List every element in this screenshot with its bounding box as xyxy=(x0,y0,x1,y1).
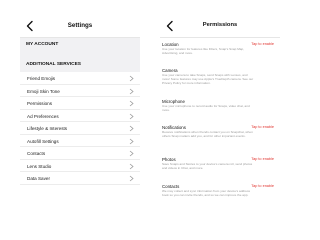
chevron-right-icon xyxy=(129,150,134,157)
section-my-account: MY ACCOUNT xyxy=(20,38,140,52)
tap-to-enable-link[interactable]: Tap to enable xyxy=(251,42,274,46)
permission-description: Receive notifications when friends conta… xyxy=(162,130,253,138)
permission-description: Use your microphone to record audio for … xyxy=(162,104,250,112)
chevron-right-icon xyxy=(129,75,134,82)
settings-item-label: Ad Preferences xyxy=(27,113,59,119)
settings-item-lens-studio[interactable]: Lens Studio xyxy=(20,159,140,172)
settings-item-ad-preferences[interactable]: Ad Preferences xyxy=(20,109,140,122)
settings-item-autofill-settings[interactable]: Autofill Settings xyxy=(20,134,140,147)
settings-item-label: Friend Emojis xyxy=(27,76,56,81)
settings-item-label: Data Saver xyxy=(27,176,50,181)
settings-item-label: Lens Studio xyxy=(27,163,52,169)
page-title: Permissions xyxy=(202,22,238,28)
permission-description: Use your location for features like Filt… xyxy=(162,47,245,55)
chevron-right-icon xyxy=(129,100,134,107)
settings-item-friend-emojis[interactable]: Friend Emojis xyxy=(20,72,140,85)
settings-item-contacts[interactable]: Contacts xyxy=(20,147,140,160)
permissions-screen: Permissions Location Tap to enable Use y… xyxy=(160,16,280,212)
settings-item-label: Contacts xyxy=(27,151,46,156)
tap-to-enable-link[interactable]: Tap to enable xyxy=(251,157,274,161)
settings-item-permissions[interactable]: Permissions xyxy=(20,97,140,110)
settings-item-label: Permissions xyxy=(27,101,53,106)
chevron-right-icon xyxy=(129,138,134,144)
settings-item-lifestyle-interests[interactable]: Lifestyle & Interests xyxy=(20,122,140,135)
settings-item-emoji-skin-tone[interactable]: Emoji Skin Tone xyxy=(20,84,140,97)
tap-to-enable-link[interactable]: Tap to enable xyxy=(251,184,274,188)
permissions-header: Permissions xyxy=(160,16,280,38)
chevron-right-icon xyxy=(129,125,134,132)
permission-description: Use your camera to take Snaps, send Snap… xyxy=(162,73,254,85)
chevron-right-icon xyxy=(129,163,134,169)
settings-item-data-saver[interactable]: Data Saver xyxy=(20,172,140,185)
settings-item-label: Emoji Skin Tone xyxy=(27,88,60,94)
chevron-right-icon xyxy=(129,175,134,182)
section-additional-services: ADDITIONAL SERVICES xyxy=(20,58,140,72)
settings-item-label: Lifestyle & Interests xyxy=(27,126,68,131)
page-title: Settings xyxy=(67,22,93,29)
settings-item-label: Autofill Settings xyxy=(27,138,59,144)
settings-screen: Settings MY ACCOUNT ADDITIONAL SERVICES … xyxy=(20,16,140,194)
settings-header: Settings xyxy=(20,16,140,38)
tap-to-enable-link[interactable]: Tap to enable xyxy=(251,125,274,129)
chevron-right-icon xyxy=(129,113,134,119)
chevron-right-icon xyxy=(129,88,134,94)
permission-description: Save Snaps and Stories to your device's … xyxy=(162,162,253,170)
permission-description: We may collect and sync information from… xyxy=(162,189,251,197)
